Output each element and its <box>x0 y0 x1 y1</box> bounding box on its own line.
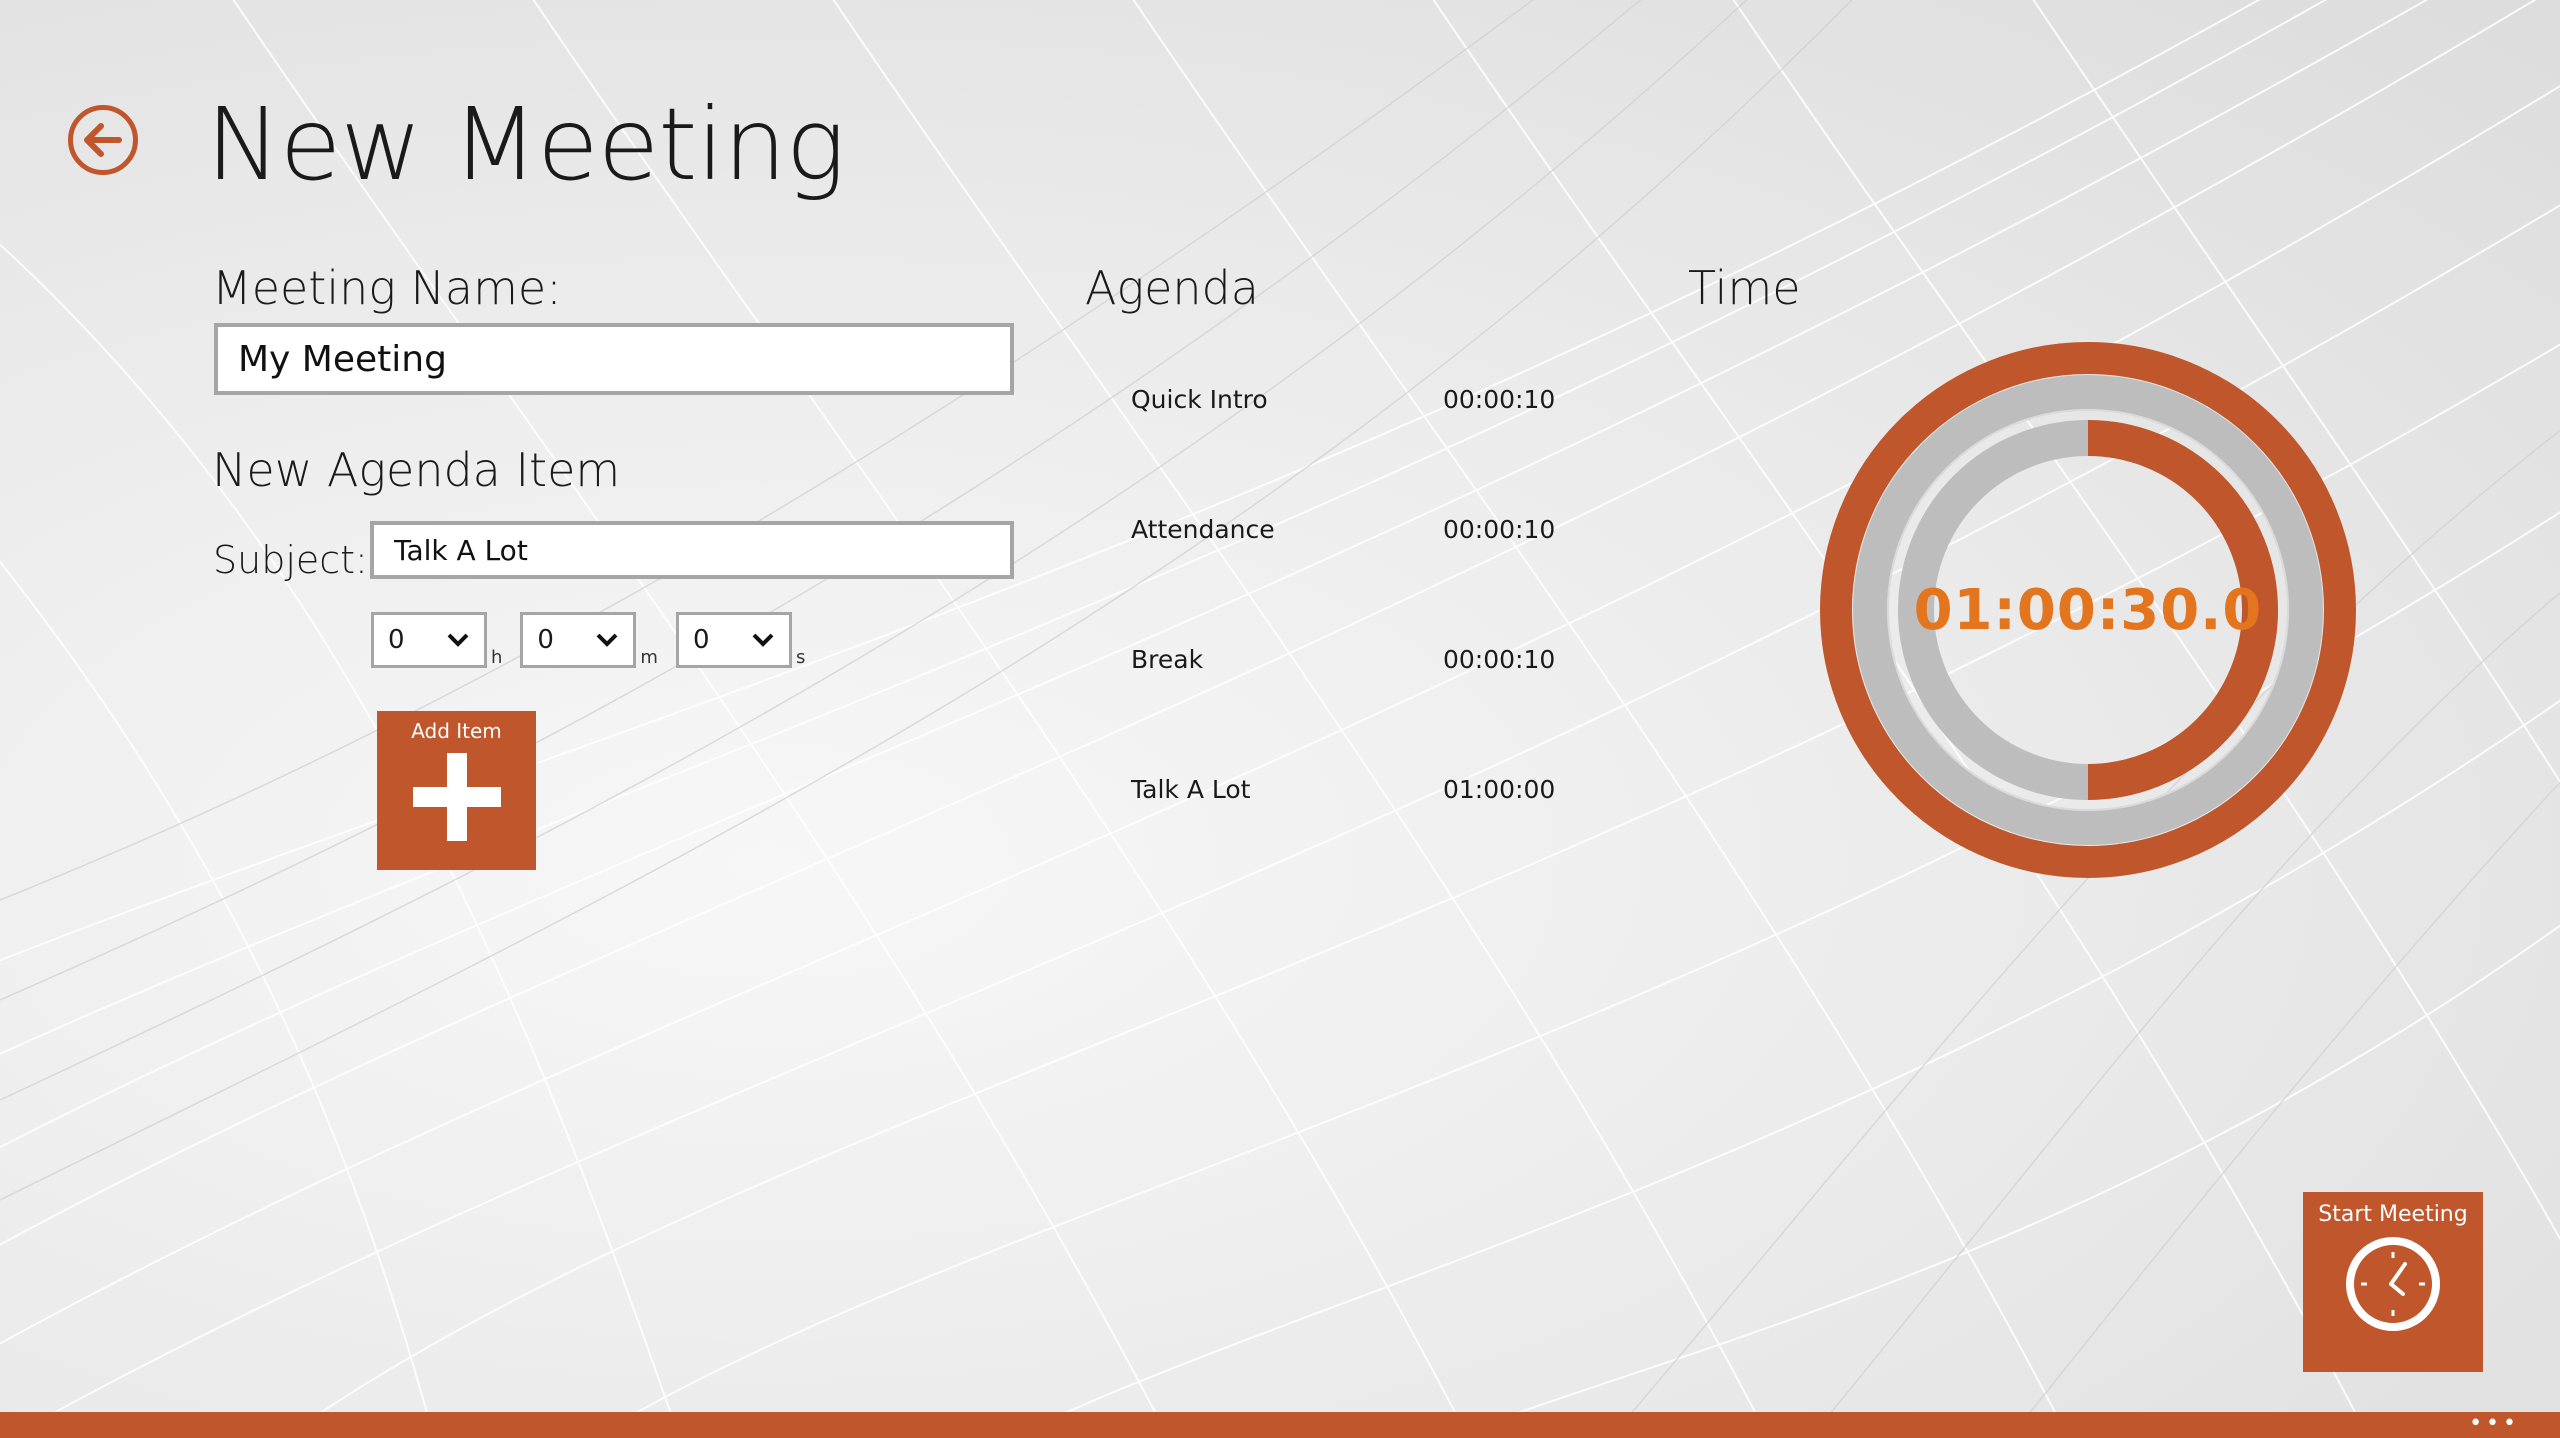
timer-ring: 01:00:30.0 <box>1818 340 2358 880</box>
minutes-select[interactable]: 0 <box>520 612 637 668</box>
chevron-down-icon <box>447 633 469 647</box>
agenda-item[interactable]: Quick Intro 00:00:10 <box>1131 380 1611 510</box>
back-arrow-icon <box>84 123 122 157</box>
add-item-button[interactable]: Add Item <box>377 711 536 870</box>
agenda-item-subject: Quick Intro <box>1131 385 1268 414</box>
start-meeting-label: Start Meeting <box>2318 1202 2468 1227</box>
add-item-label: Add Item <box>411 719 502 743</box>
chevron-down-icon <box>597 633 618 647</box>
seconds-value: 0 <box>692 625 710 655</box>
meeting-name-label: Meeting Name: <box>212 261 562 315</box>
agenda-item-time: 00:00:10 <box>1443 645 1556 674</box>
new-agenda-item-label: New Agenda Item <box>212 443 621 497</box>
agenda-item-subject: Attendance <box>1131 515 1275 544</box>
agenda-item-subject: Talk A Lot <box>1131 775 1251 804</box>
start-meeting-button[interactable]: Start Meeting <box>2303 1192 2483 1372</box>
agenda-item[interactable]: Break 00:00:10 <box>1131 640 1611 770</box>
agenda-item-time: 00:00:10 <box>1443 385 1556 414</box>
agenda-item-time: 01:00:00 <box>1443 775 1556 804</box>
more-options-button[interactable]: ••• <box>2469 1413 2520 1435</box>
clock-icon <box>2346 1237 2440 1331</box>
agenda-item-subject: Break <box>1131 645 1204 674</box>
subject-input[interactable] <box>370 521 1014 579</box>
agenda-item-time: 00:00:10 <box>1443 515 1556 544</box>
minutes-value: 0 <box>537 625 554 655</box>
agenda-heading: Agenda <box>1085 261 1259 315</box>
page-title: New Meeting <box>206 86 846 203</box>
agenda-list: Quick Intro 00:00:10 Attendance 00:00:10… <box>1131 380 1611 900</box>
app-bar: ••• <box>0 1412 2560 1438</box>
seconds-select[interactable]: 0 <box>675 612 792 668</box>
back-button[interactable] <box>68 105 138 175</box>
agenda-item[interactable]: Talk A Lot 01:00:00 <box>1131 770 1611 900</box>
meeting-name-input[interactable] <box>214 323 1014 395</box>
agenda-item[interactable]: Attendance 00:00:10 <box>1131 510 1611 640</box>
chevron-down-icon <box>752 633 774 647</box>
minutes-unit: m <box>640 647 658 668</box>
subject-label: Subject: <box>213 538 368 582</box>
timer-total: 01:00:30.0 <box>1913 577 2263 643</box>
duration-pickers: 0 h 0 m 0 s <box>371 612 805 668</box>
hours-select[interactable]: 0 <box>371 612 487 668</box>
hours-unit: h <box>491 647 503 668</box>
seconds-unit: s <box>795 647 806 668</box>
hours-value: 0 <box>388 625 405 655</box>
time-heading: Time <box>1688 261 1801 315</box>
